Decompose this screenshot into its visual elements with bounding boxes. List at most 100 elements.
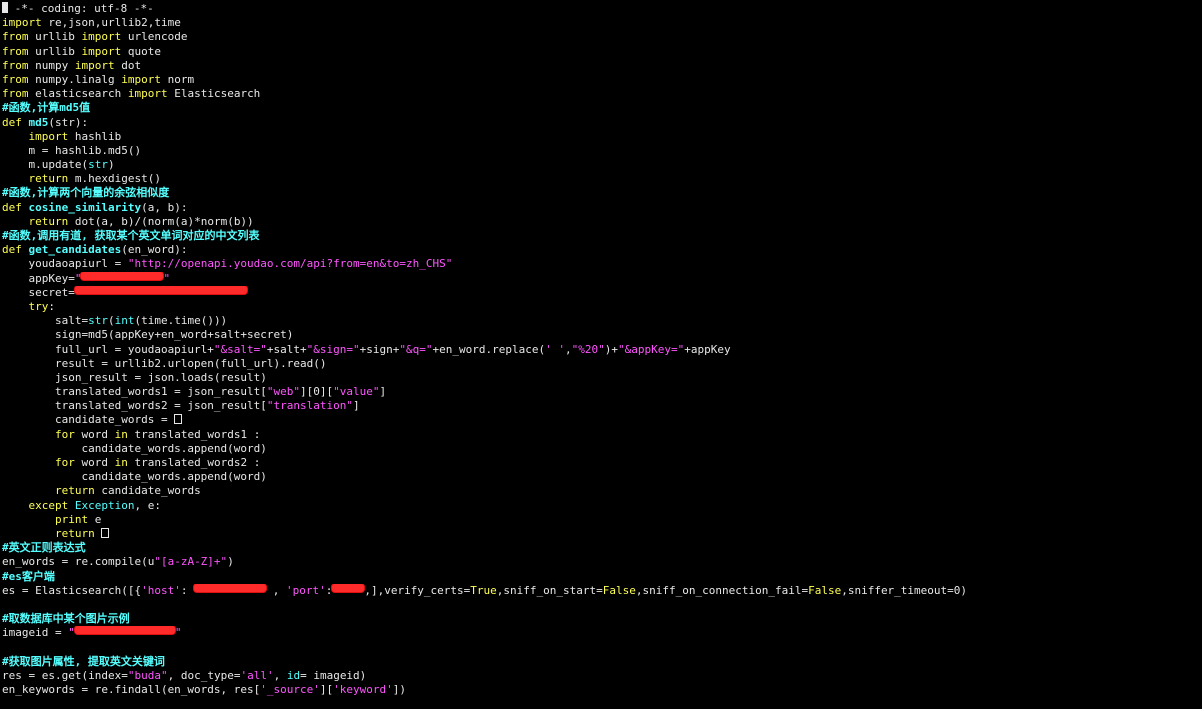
code-line: def cosine_similarity(a, b): (2, 201, 1202, 215)
code-token: json_result = json.loads(result) (2, 370, 267, 384)
code-token: "&appKey=" (617, 342, 685, 356)
code-token: (en_word): (121, 243, 188, 257)
code-token: urllib (28, 44, 82, 58)
code-line: from urllib import urlencode (2, 30, 1202, 44)
code-token: , (266, 583, 286, 597)
code-token: , (564, 342, 572, 356)
code-token: import (81, 44, 122, 58)
code-token: salt= (2, 314, 89, 328)
code-token: (str): (48, 115, 89, 129)
code-token: : (325, 583, 333, 597)
code-token: #函数,计算两个向量的余弦相似度 (2, 186, 170, 200)
code-line: appKey=" " (2, 271, 1202, 286)
code-line: print e (2, 513, 1202, 527)
code-token: Exception (74, 498, 135, 512)
code-token: "&salt=" (213, 342, 267, 356)
code-token: import (2, 16, 42, 30)
code-line: return m.hexdigest() (2, 172, 1202, 186)
code-token: #获取图片属性, 提取英文关键词 (2, 654, 165, 668)
missing-glyph-box (101, 527, 110, 538)
code-token: word (74, 456, 115, 469)
code-token: def (2, 243, 22, 257)
code-token: youdaoapiurl = (2, 257, 128, 271)
code-token: dot (114, 58, 142, 72)
terminal-window[interactable]: -*- coding: utf-8 -*- import re,json,urll… (0, 0, 1202, 709)
code-token: +sign+ (359, 342, 400, 356)
code-token: +salt+ (266, 342, 307, 356)
code-token: from (2, 44, 29, 58)
code-line: for word in translated_words2 : (2, 456, 1202, 470)
code-line: res = es.get(index="buda", doc_type='all… (2, 669, 1202, 683)
code-token: quote (121, 44, 161, 58)
code-token: import (121, 72, 161, 86)
code-token: en_keywords = re.findall(en_words, res[ (2, 683, 261, 696)
code-line: #函数,计算两个向量的余弦相似度 (2, 186, 1202, 200)
code-line: candidate_words = (2, 413, 1202, 427)
code-token: cosine_similarity (28, 200, 142, 214)
code-token: " (74, 271, 82, 285)
code-token: m.update( (2, 158, 89, 172)
code-token: es = Elasticsearch([{ (2, 583, 142, 597)
code-token: "value" (333, 385, 380, 399)
code-token: print (54, 512, 89, 526)
code-line: try: (2, 300, 1202, 314)
code-token: e (88, 512, 102, 526)
code-line: from numpy import dot (2, 59, 1202, 73)
code-token: ,sniff_on_connection_fail= (635, 583, 809, 597)
code-line: #函数,调用有道, 获取某个英文单词对应的中文列表 (2, 229, 1202, 243)
code-token: import (81, 30, 122, 44)
code-line: sign=md5(appKey+en_word+salt+secret) (2, 328, 1202, 342)
code-token: import (127, 87, 168, 101)
code-token: +appKey (684, 342, 731, 356)
code-token: m = hashlib.md5() (2, 143, 142, 157)
code-line: return (2, 527, 1202, 541)
code-token: , (273, 668, 287, 682)
code-line: #取数据库中某个图片示例 (2, 612, 1202, 626)
code-line: from numpy.linalg import norm (2, 73, 1202, 87)
code-token: imageid = (2, 626, 69, 640)
code-token: "http://openapi.youdao.com/api?from=en&t… (127, 257, 453, 271)
code-token: str (88, 314, 108, 328)
code-token: #es客户端 (2, 569, 55, 583)
code-token: (time.time())) (134, 314, 228, 328)
code-token: candidate_words.append(word) (2, 441, 267, 455)
code-token: def (2, 200, 22, 214)
code-token: ][ (319, 683, 334, 696)
code-token: : (48, 299, 55, 313)
code-token: "translation" (266, 399, 353, 413)
code-token: id (286, 668, 301, 682)
code-token: " (174, 626, 182, 640)
code-token: #函数,计算md5值 (2, 101, 91, 115)
code-line: result = urllib2.urlopen(full_url).read(… (2, 357, 1202, 371)
code-line: def get_candidates(en_word): (2, 243, 1202, 257)
code-token: : (180, 583, 195, 597)
code-token: #取数据库中某个图片示例 (2, 612, 130, 626)
code-token: numpy.linalg (28, 72, 122, 86)
code-token: candidate_words (94, 484, 201, 498)
redaction-mark (74, 626, 175, 635)
code-token: sign=md5(appKey+en_word+salt+secret) (2, 328, 294, 342)
code-token: ] (379, 385, 387, 399)
code-token: import (74, 58, 115, 72)
code-line: m = hashlib.md5() (2, 144, 1202, 158)
code-token: )+ (604, 342, 618, 356)
code-line: #获取图片属性, 提取英文关键词 (2, 655, 1202, 669)
code-line: json_result = json.loads(result) (2, 371, 1202, 385)
code-line: candidate_words.append(word) (2, 442, 1202, 456)
code-token: "buda" (127, 668, 168, 682)
code-token: ]) (392, 683, 406, 696)
code-line: import hashlib (2, 130, 1202, 144)
code-token: translated_words1 = json_result[ (2, 385, 267, 399)
code-token: in (114, 427, 128, 441)
code-line: import re,json,urllib2,time (2, 16, 1202, 30)
code-line: imageid = " " (2, 626, 1202, 640)
code-token: #函数,调用有道, 获取某个英文单词对应的中文列表 (2, 229, 260, 242)
